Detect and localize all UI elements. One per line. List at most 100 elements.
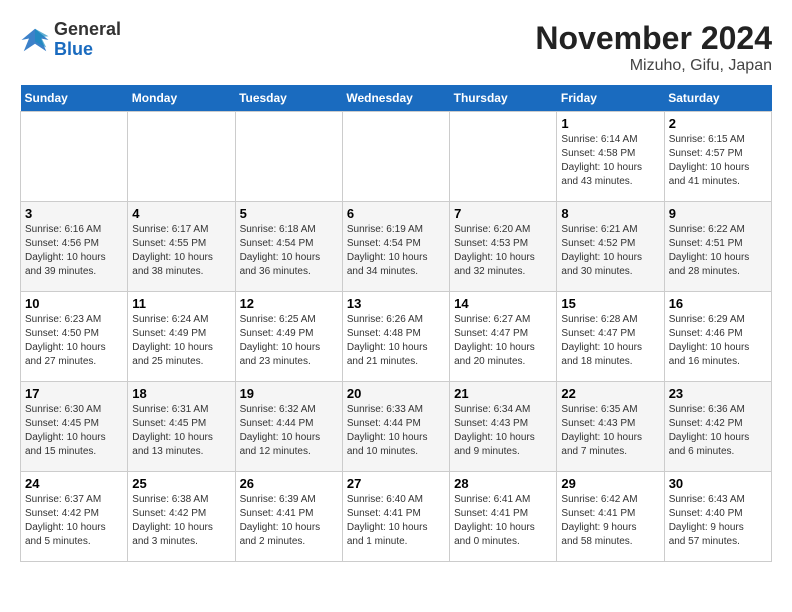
weekday-header-row: SundayMondayTuesdayWednesdayThursdayFrid…	[21, 85, 772, 112]
calendar-cell: 13 Sunrise: 6:26 AM Sunset: 4:48 PM Dayli…	[342, 292, 449, 382]
calendar-cell: 6Sunrise: 6:19 AM Sunset: 4:54 PM Daylig…	[342, 202, 449, 292]
day-number: 12	[240, 296, 338, 311]
week-row-3: 17 Sunrise: 6:30 AM Sunset: 4:45 PM Dayli…	[21, 382, 772, 472]
day-info: Sunrise: 6:42 AM Sunset: 4:41 PM Dayligh…	[561, 493, 659, 549]
calendar-cell: 3 Sunrise: 6:16 AM Sunset: 4:56 PM Daylig…	[21, 202, 128, 292]
day-info: Sunrise: 6:28 AM Sunset: 4:47 PM Dayligh…	[561, 313, 659, 369]
calendar-cell: 9Sunrise: 6:22 AM Sunset: 4:51 PM Daylig…	[664, 202, 771, 292]
day-info: Sunrise: 6:41 AM Sunset: 4:41 PM Dayligh…	[454, 493, 552, 549]
day-info: Sunrise: 6:31 AM Sunset: 4:45 PM Dayligh…	[132, 403, 230, 459]
day-number: 27	[347, 476, 445, 491]
day-number: 29	[561, 476, 659, 491]
day-number: 15	[561, 296, 659, 311]
calendar-cell: 14Sunrise: 6:27 AM Sunset: 4:47 PM Dayli…	[450, 292, 557, 382]
day-info: Sunrise: 6:35 AM Sunset: 4:43 PM Dayligh…	[561, 403, 659, 459]
week-row-2: 10 Sunrise: 6:23 AM Sunset: 4:50 PM Dayli…	[21, 292, 772, 382]
day-info: Sunrise: 6:34 AM Sunset: 4:43 PM Dayligh…	[454, 403, 552, 459]
logo: General Blue	[20, 20, 121, 60]
day-number: 6	[347, 206, 445, 221]
location: Mizuho, Gifu, Japan	[535, 57, 772, 75]
day-info: Sunrise: 6:32 AM Sunset: 4:44 PM Dayligh…	[240, 403, 338, 459]
logo-bird-icon	[20, 25, 50, 55]
day-number: 28	[454, 476, 552, 491]
calendar-table: SundayMondayTuesdayWednesdayThursdayFrid…	[20, 85, 772, 562]
calendar-cell: 1 Sunrise: 6:14 AM Sunset: 4:58 PM Daylig…	[557, 112, 664, 202]
day-number: 18	[132, 386, 230, 401]
day-info: Sunrise: 6:21 AM Sunset: 4:52 PM Dayligh…	[561, 223, 659, 279]
calendar-cell: 28 Sunrise: 6:41 AM Sunset: 4:41 PM Dayli…	[450, 472, 557, 562]
day-number: 13	[347, 296, 445, 311]
calendar-cell	[128, 112, 235, 202]
logo-blue: Blue	[54, 40, 121, 60]
day-number: 21	[454, 386, 552, 401]
day-info: Sunrise: 6:26 AM Sunset: 4:48 PM Dayligh…	[347, 313, 445, 369]
day-number: 16	[669, 296, 767, 311]
day-info: Sunrise: 6:33 AM Sunset: 4:44 PM Dayligh…	[347, 403, 445, 459]
day-info: Sunrise: 6:17 AM Sunset: 4:55 PM Dayligh…	[132, 223, 230, 279]
day-info: Sunrise: 6:30 AM Sunset: 4:45 PM Dayligh…	[25, 403, 123, 459]
day-info: Sunrise: 6:20 AM Sunset: 4:53 PM Dayligh…	[454, 223, 552, 279]
day-number: 26	[240, 476, 338, 491]
day-info: Sunrise: 6:36 AM Sunset: 4:42 PM Dayligh…	[669, 403, 767, 459]
day-number: 11	[132, 296, 230, 311]
day-number: 4	[132, 206, 230, 221]
calendar-cell	[450, 112, 557, 202]
header: General Blue November 2024 Mizuho, Gifu,…	[20, 20, 772, 75]
calendar-cell	[235, 112, 342, 202]
weekday-header-thursday: Thursday	[450, 85, 557, 112]
calendar-cell: 4 Sunrise: 6:17 AM Sunset: 4:55 PM Daylig…	[128, 202, 235, 292]
day-number: 7	[454, 206, 552, 221]
weekday-header-tuesday: Tuesday	[235, 85, 342, 112]
weekday-header-sunday: Sunday	[21, 85, 128, 112]
day-info: Sunrise: 6:38 AM Sunset: 4:42 PM Dayligh…	[132, 493, 230, 549]
calendar-cell: 7 Sunrise: 6:20 AM Sunset: 4:53 PM Daylig…	[450, 202, 557, 292]
calendar-cell: 30 Sunrise: 6:43 AM Sunset: 4:40 PM Dayli…	[664, 472, 771, 562]
day-number: 25	[132, 476, 230, 491]
day-number: 22	[561, 386, 659, 401]
day-number: 30	[669, 476, 767, 491]
day-info: Sunrise: 6:18 AM Sunset: 4:54 PM Dayligh…	[240, 223, 338, 279]
calendar-cell: 12 Sunrise: 6:25 AM Sunset: 4:49 PM Dayli…	[235, 292, 342, 382]
week-row-0: 1 Sunrise: 6:14 AM Sunset: 4:58 PM Daylig…	[21, 112, 772, 202]
day-number: 3	[25, 206, 123, 221]
calendar-cell: 17 Sunrise: 6:30 AM Sunset: 4:45 PM Dayli…	[21, 382, 128, 472]
day-number: 8	[561, 206, 659, 221]
day-info: Sunrise: 6:24 AM Sunset: 4:49 PM Dayligh…	[132, 313, 230, 369]
calendar-cell: 29 Sunrise: 6:42 AM Sunset: 4:41 PM Dayli…	[557, 472, 664, 562]
logo-general: General	[54, 20, 121, 40]
calendar-cell: 25 Sunrise: 6:38 AM Sunset: 4:42 PM Dayli…	[128, 472, 235, 562]
calendar-cell: 19 Sunrise: 6:32 AM Sunset: 4:44 PM Dayli…	[235, 382, 342, 472]
weekday-header-wednesday: Wednesday	[342, 85, 449, 112]
calendar-cell: 22 Sunrise: 6:35 AM Sunset: 4:43 PM Dayli…	[557, 382, 664, 472]
calendar-cell: 21 Sunrise: 6:34 AM Sunset: 4:43 PM Dayli…	[450, 382, 557, 472]
title-area: November 2024 Mizuho, Gifu, Japan	[535, 20, 772, 75]
day-number: 10	[25, 296, 123, 311]
day-info: Sunrise: 6:43 AM Sunset: 4:40 PM Dayligh…	[669, 493, 767, 549]
calendar-cell: 23 Sunrise: 6:36 AM Sunset: 4:42 PM Dayli…	[664, 382, 771, 472]
calendar-cell: 26Sunrise: 6:39 AM Sunset: 4:41 PM Dayli…	[235, 472, 342, 562]
weekday-header-saturday: Saturday	[664, 85, 771, 112]
day-info: Sunrise: 6:15 AM Sunset: 4:57 PM Dayligh…	[669, 133, 767, 189]
day-number: 2	[669, 116, 767, 131]
weekday-header-monday: Monday	[128, 85, 235, 112]
day-number: 5	[240, 206, 338, 221]
day-info: Sunrise: 6:16 AM Sunset: 4:56 PM Dayligh…	[25, 223, 123, 279]
day-number: 17	[25, 386, 123, 401]
day-info: Sunrise: 6:40 AM Sunset: 4:41 PM Dayligh…	[347, 493, 445, 549]
calendar-cell: 15 Sunrise: 6:28 AM Sunset: 4:47 PM Dayli…	[557, 292, 664, 382]
calendar-cell: 27 Sunrise: 6:40 AM Sunset: 4:41 PM Dayli…	[342, 472, 449, 562]
calendar-cell: 10 Sunrise: 6:23 AM Sunset: 4:50 PM Dayli…	[21, 292, 128, 382]
day-number: 24	[25, 476, 123, 491]
day-info: Sunrise: 6:23 AM Sunset: 4:50 PM Dayligh…	[25, 313, 123, 369]
day-info: Sunrise: 6:25 AM Sunset: 4:49 PM Dayligh…	[240, 313, 338, 369]
calendar-cell: 11 Sunrise: 6:24 AM Sunset: 4:49 PM Dayli…	[128, 292, 235, 382]
calendar-cell	[21, 112, 128, 202]
day-number: 1	[561, 116, 659, 131]
day-number: 23	[669, 386, 767, 401]
day-number: 20	[347, 386, 445, 401]
calendar-cell: 20 Sunrise: 6:33 AM Sunset: 4:44 PM Dayli…	[342, 382, 449, 472]
day-number: 19	[240, 386, 338, 401]
calendar-cell: 18 Sunrise: 6:31 AM Sunset: 4:45 PM Dayli…	[128, 382, 235, 472]
calendar-body: 1 Sunrise: 6:14 AM Sunset: 4:58 PM Daylig…	[21, 112, 772, 562]
day-info: Sunrise: 6:14 AM Sunset: 4:58 PM Dayligh…	[561, 133, 659, 189]
